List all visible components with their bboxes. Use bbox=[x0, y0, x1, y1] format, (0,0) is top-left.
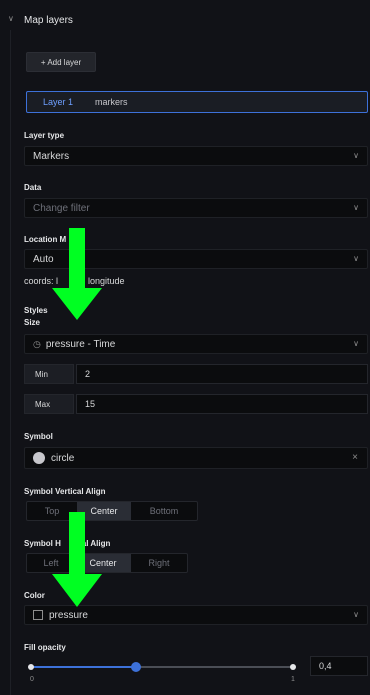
section-title: Map layers bbox=[24, 15, 73, 26]
styles-label: Styles bbox=[24, 306, 48, 315]
layer-list-item[interactable]: Layer 1 markers bbox=[26, 91, 368, 113]
annotation-arrow-icon bbox=[52, 512, 102, 607]
divider bbox=[10, 30, 11, 695]
chevron-down-icon: ∨ bbox=[353, 254, 359, 263]
clear-icon[interactable]: × bbox=[352, 452, 358, 463]
collapse-chevron-icon[interactable]: ∨ bbox=[8, 14, 14, 23]
symbol-vertical-align-label: Symbol Vertical Align bbox=[24, 487, 106, 496]
symbol-select[interactable]: circle × bbox=[24, 447, 368, 469]
fill-opacity-label: Fill opacity bbox=[24, 643, 66, 652]
size-max-row: Max 15 bbox=[24, 394, 368, 414]
size-min-label: Min bbox=[24, 364, 74, 384]
layer-type-label: Layer type bbox=[24, 131, 65, 140]
size-label: Size bbox=[24, 318, 41, 327]
slider-min-dot bbox=[28, 664, 34, 670]
slider-max-dot bbox=[290, 664, 296, 670]
symbol-label: Symbol bbox=[24, 432, 53, 441]
size-min-row: Min 2 bbox=[24, 364, 368, 384]
circle-symbol-icon bbox=[33, 452, 45, 464]
chevron-down-icon: ∨ bbox=[353, 151, 359, 160]
color-label: Color bbox=[24, 591, 45, 600]
layer-type-select[interactable]: Markers ∨ bbox=[24, 146, 368, 166]
color-field-select[interactable]: pressure ∨ bbox=[24, 605, 368, 625]
fill-opacity-slider[interactable] bbox=[28, 662, 296, 672]
chevron-down-icon: ∨ bbox=[353, 339, 359, 348]
data-filter-select[interactable]: Change filter ∨ bbox=[24, 198, 368, 218]
slider-max-tick: 1 bbox=[291, 676, 295, 683]
data-label: Data bbox=[24, 183, 42, 192]
size-max-input[interactable]: 15 bbox=[76, 394, 368, 414]
fill-opacity-input[interactable]: 0,4 bbox=[310, 656, 368, 676]
chevron-down-icon: ∨ bbox=[353, 203, 359, 212]
slider-handle[interactable] bbox=[131, 662, 141, 672]
chevron-down-icon: ∨ bbox=[353, 610, 359, 619]
slider-fill bbox=[30, 666, 136, 668]
annotation-arrow-icon bbox=[52, 228, 102, 320]
slider-min-tick: 0 bbox=[30, 676, 34, 683]
symbol-horizontal-align-group: Left Center Right bbox=[26, 553, 188, 573]
size-field-select[interactable]: ◷ pressure - Time ∨ bbox=[24, 334, 368, 354]
add-layer-button[interactable]: + Add layer bbox=[26, 52, 96, 72]
size-max-label: Max bbox=[24, 394, 74, 414]
layer-name: Layer 1 bbox=[43, 97, 74, 107]
field-icon bbox=[33, 610, 43, 620]
map-layers-panel: ∨ Map layers + Add layer Layer 1 markers… bbox=[0, 0, 370, 695]
layer-type-value: markers bbox=[95, 97, 128, 107]
valign-option-bottom[interactable]: Bottom bbox=[131, 502, 197, 520]
clock-icon: ◷ bbox=[33, 338, 41, 349]
size-min-input[interactable]: 2 bbox=[76, 364, 368, 384]
halign-option-right[interactable]: Right bbox=[131, 554, 187, 572]
